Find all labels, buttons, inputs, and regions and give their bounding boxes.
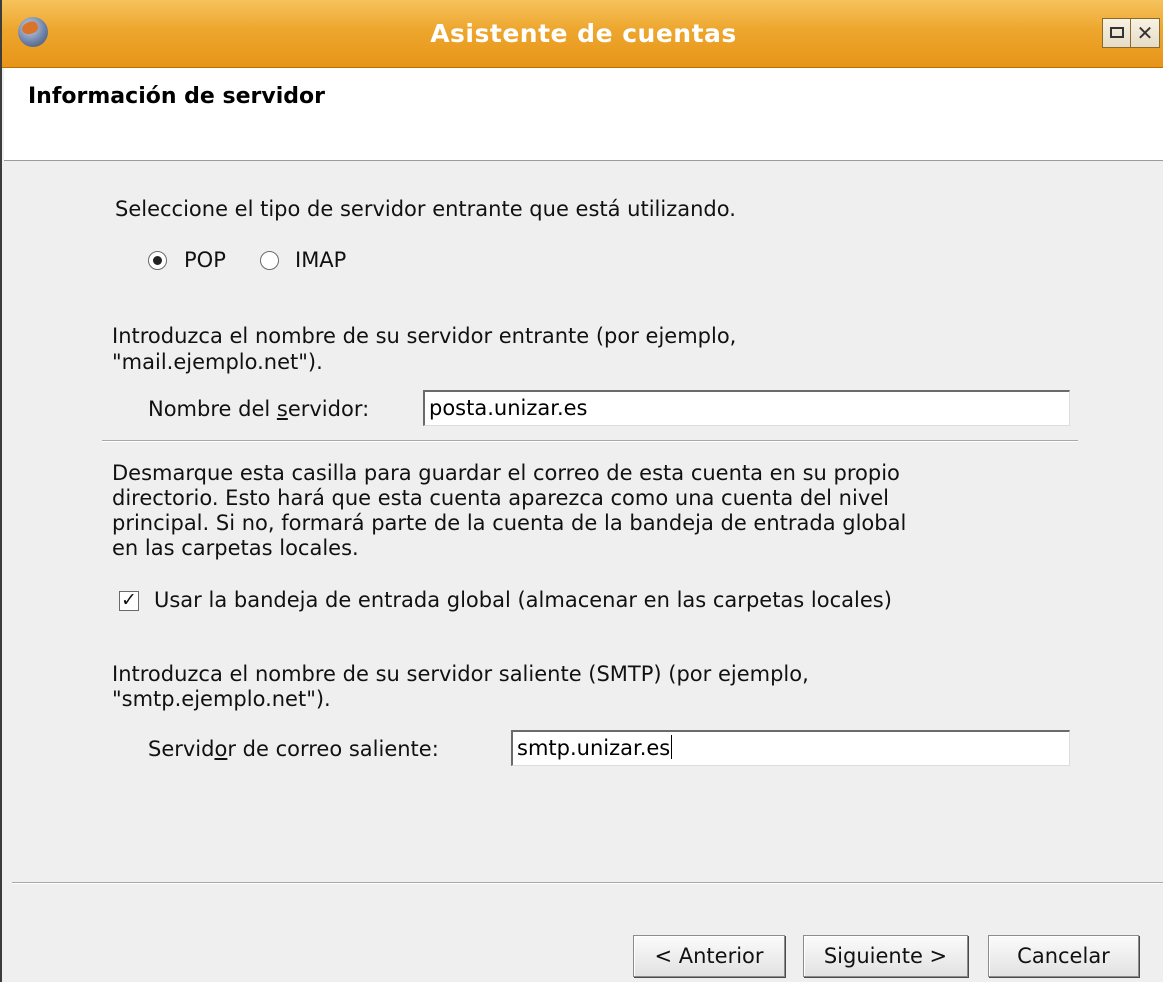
global-inbox-desc-line-1: Desmarque esta casilla para guardar el c…: [112, 461, 900, 485]
window-title: Asistente de cuentas: [430, 19, 737, 48]
pop-radio-label[interactable]: POP: [184, 247, 226, 273]
incoming-label-part1: Nombre del: [148, 397, 277, 421]
global-inbox-desc-line-2: directorio. Esto hará que esta cuenta ap…: [112, 486, 889, 510]
footer-separator: [12, 882, 1163, 884]
pop-radio[interactable]: [148, 251, 167, 270]
global-inbox-checkbox-label[interactable]: Usar la bandeja de entrada global (almac…: [154, 587, 892, 613]
outgoing-server-value: smtp.unizar.es: [517, 736, 671, 760]
outgoing-label-mnemonic: o: [214, 737, 228, 761]
incoming-help-line-2: "mail.ejemplo.net").: [112, 350, 323, 374]
imap-radio-label[interactable]: IMAP: [295, 247, 346, 273]
outgoing-label-part1: Servid: [148, 737, 215, 761]
outgoing-help-line-1: Introduzca el nombre de su servidor sali…: [112, 662, 809, 686]
maximize-icon[interactable]: [1102, 18, 1132, 48]
cancel-button[interactable]: Cancelar: [988, 935, 1139, 977]
incoming-help-line-1: Introduzca el nombre de su servidor entr…: [112, 324, 737, 348]
incoming-server-value: posta.unizar.es: [429, 396, 588, 420]
imap-radio[interactable]: [260, 251, 279, 270]
account-wizard-window: Asistente de cuentas ✕ Información de se…: [0, 0, 1163, 982]
title-bar[interactable]: Asistente de cuentas ✕: [2, 0, 1163, 68]
server-type-prompt: Seleccione el tipo de servidor entrante …: [115, 197, 736, 221]
outgoing-help-line-2: "smtp.ejemplo.net").: [112, 687, 331, 711]
back-button[interactable]: < Anterior: [633, 935, 785, 977]
outgoing-server-label: Servidor de correo saliente:: [148, 736, 439, 762]
incoming-server-input[interactable]: posta.unizar.es: [423, 390, 1070, 426]
global-inbox-desc-line-3: principal. Si no, formará parte de la cu…: [112, 511, 907, 535]
page-title: Información de servidor: [28, 84, 325, 109]
outgoing-server-input[interactable]: smtp.unizar.es: [511, 730, 1070, 766]
global-inbox-checkbox[interactable]: [119, 589, 139, 611]
outgoing-label-part2: r de correo saliente:: [227, 737, 439, 761]
text-cursor: [671, 735, 673, 759]
incoming-server-label: Nombre del servidor:: [148, 396, 369, 422]
separator: [102, 440, 1078, 442]
incoming-label-mnemonic: s: [276, 397, 288, 421]
global-inbox-desc-line-4: en las carpetas locales.: [112, 536, 359, 560]
page-header: Información de servidor: [4, 68, 1163, 161]
incoming-label-part2: ervidor:: [287, 397, 370, 421]
close-icon[interactable]: ✕: [1130, 18, 1160, 48]
next-button[interactable]: Siguiente >: [803, 935, 968, 977]
